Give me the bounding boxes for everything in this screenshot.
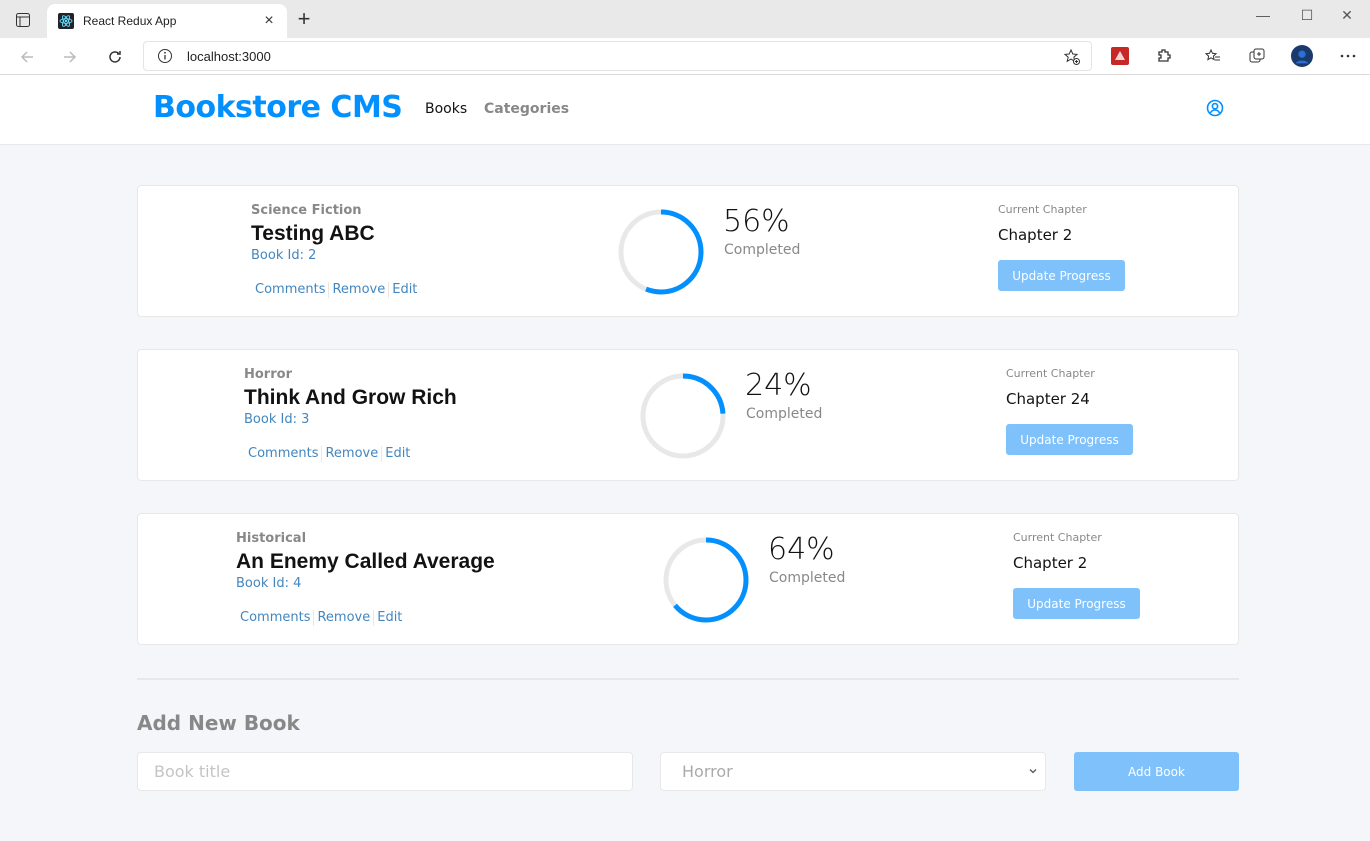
comments-button[interactable]: Comments [252, 282, 328, 298]
nav-books-link[interactable]: Books [425, 101, 467, 117]
update-progress-button[interactable]: Update Progress [1006, 424, 1133, 455]
book-title: Testing ABC [251, 222, 375, 245]
comments-button[interactable]: Comments [237, 610, 313, 626]
category-select-value: Horror [682, 762, 733, 781]
current-chapter: Chapter 2 [998, 226, 1073, 244]
category-select[interactable]: Horror [660, 752, 1046, 791]
tab-actions-icon[interactable] [10, 8, 36, 32]
edit-button[interactable]: Edit [382, 446, 413, 462]
nav-categories-link[interactable]: Categories [484, 101, 569, 117]
browser-tab[interactable]: React Redux App × [47, 4, 287, 38]
tab-title: React Redux App [83, 14, 177, 28]
current-chapter: Chapter 24 [1006, 390, 1090, 408]
book-actions: Comments Remove Edit [245, 446, 413, 462]
more-options-icon[interactable] [1337, 45, 1359, 67]
refresh-icon[interactable] [101, 43, 129, 71]
forward-arrow-icon[interactable] [56, 43, 84, 71]
collections-icon[interactable] [1246, 45, 1268, 67]
completed-label: Completed [769, 570, 846, 586]
add-book-button[interactable]: Add Book [1074, 752, 1239, 791]
book-id: Book Id: 4 [236, 576, 302, 591]
remove-button[interactable]: Remove [314, 610, 373, 626]
profile-avatar[interactable] [1291, 45, 1313, 67]
app-header: Bookstore CMS Books Categories [0, 75, 1370, 145]
completed-label: Completed [746, 406, 823, 422]
progress-ring [618, 209, 704, 295]
browser-toolbar: localhost:3000 [0, 38, 1370, 75]
info-icon[interactable] [157, 48, 173, 64]
progress-ring [640, 373, 726, 459]
current-chapter-label: Current Chapter [1006, 367, 1095, 380]
tab-close-icon[interactable]: × [261, 13, 277, 29]
book-card: Science Fiction Testing ABC Book Id: 2 C… [137, 185, 1239, 317]
book-id: Book Id: 3 [244, 412, 310, 427]
favorites-icon[interactable] [1202, 45, 1224, 67]
progress-ring [663, 537, 749, 623]
progress-percent: 56% [723, 204, 790, 239]
edit-button[interactable]: Edit [374, 610, 405, 626]
current-chapter-label: Current Chapter [1013, 531, 1102, 544]
chevron-down-icon [1029, 769, 1037, 774]
progress-percent: 24% [745, 368, 812, 403]
remove-button[interactable]: Remove [329, 282, 388, 298]
completed-label: Completed [724, 242, 801, 258]
update-progress-button[interactable]: Update Progress [1013, 588, 1140, 619]
current-chapter: Chapter 2 [1013, 554, 1088, 572]
extension-red-icon[interactable] [1109, 45, 1131, 67]
book-card: Historical An Enemy Called Average Book … [137, 513, 1239, 645]
address-bar[interactable]: localhost:3000 [143, 41, 1092, 71]
book-title-input[interactable]: Book title [137, 752, 633, 791]
url-text: localhost:3000 [187, 48, 271, 64]
react-favicon-icon [58, 13, 74, 29]
current-chapter-label: Current Chapter [998, 203, 1087, 216]
book-card: Horror Think And Grow Rich Book Id: 3 Co… [137, 349, 1239, 481]
add-favorite-icon[interactable] [1063, 48, 1081, 66]
minimize-icon[interactable]: — [1240, 0, 1286, 30]
book-actions: Comments Remove Edit [252, 282, 420, 298]
remove-button[interactable]: Remove [322, 446, 381, 462]
comments-button[interactable]: Comments [245, 446, 321, 462]
book-id: Book Id: 2 [251, 248, 317, 263]
user-icon[interactable] [1206, 99, 1224, 117]
book-title: An Enemy Called Average [236, 550, 495, 573]
edit-button[interactable]: Edit [389, 282, 420, 298]
extensions-icon[interactable] [1153, 45, 1175, 67]
book-genre: Horror [244, 367, 292, 382]
book-genre: Historical [236, 531, 307, 546]
back-arrow-icon[interactable] [13, 43, 41, 71]
update-progress-button[interactable]: Update Progress [998, 260, 1125, 291]
book-actions: Comments Remove Edit [237, 610, 405, 626]
progress-percent: 64% [768, 532, 835, 567]
add-book-heading: Add New Book [137, 711, 300, 735]
book-genre: Science Fiction [251, 203, 362, 218]
book-title: Think And Grow Rich [244, 386, 457, 409]
window-close-icon[interactable]: ✕ [1324, 0, 1370, 30]
browser-tab-bar: React Redux App × + — ☐ ✕ [0, 0, 1370, 38]
section-divider [137, 678, 1239, 680]
brand-logo[interactable]: Bookstore CMS [153, 90, 403, 125]
new-tab-icon[interactable]: + [292, 8, 316, 32]
